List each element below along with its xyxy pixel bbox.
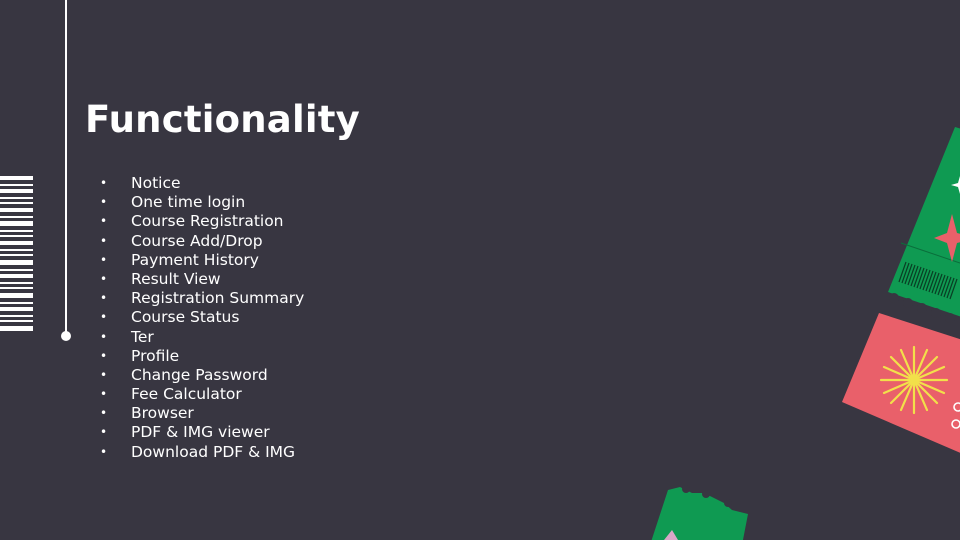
slide: Functionality Notice One time login Cour…: [0, 0, 960, 540]
green-ticket: [888, 127, 960, 323]
green-ticket-bottom: [651, 485, 748, 540]
ticket-decorations: [651, 127, 960, 540]
sunburst: [879, 345, 949, 415]
